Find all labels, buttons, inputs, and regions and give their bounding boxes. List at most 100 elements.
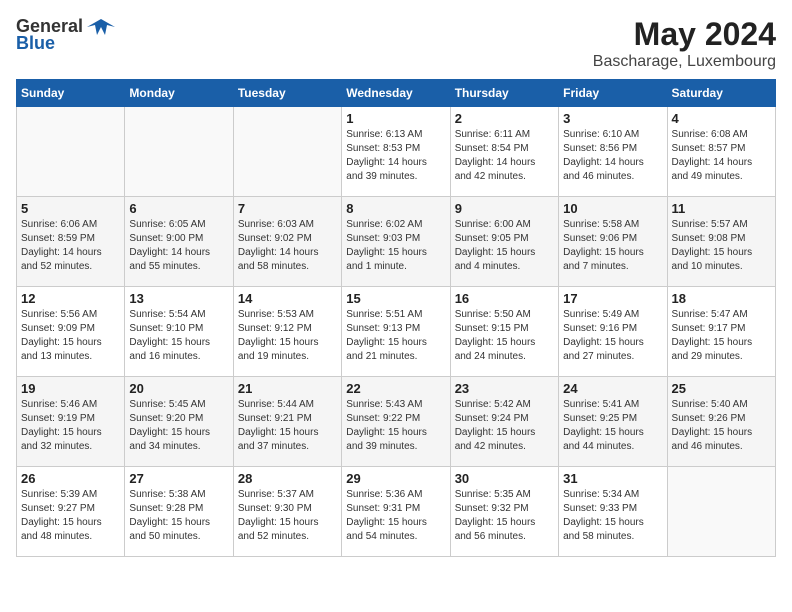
day-info: Sunrise: 5:46 AM Sunset: 9:19 PM Dayligh… (21, 398, 120, 454)
day-number: 7 (238, 201, 337, 216)
day-number: 26 (21, 471, 120, 486)
calendar-cell: 27 Sunrise: 5:38 AM Sunset: 9:28 PM Dayli… (125, 467, 233, 557)
calendar-cell: 30 Sunrise: 5:35 AM Sunset: 9:32 PM Dayli… (450, 467, 558, 557)
calendar-cell: 1 Sunrise: 6:13 AM Sunset: 8:53 PM Daylig… (342, 107, 450, 197)
calendar-cell: 10 Sunrise: 5:58 AM Sunset: 9:06 PM Dayli… (559, 197, 667, 287)
calendar-cell: 21 Sunrise: 5:44 AM Sunset: 9:21 PM Dayli… (233, 377, 341, 467)
day-info: Sunrise: 6:11 AM Sunset: 8:54 PM Dayligh… (455, 128, 554, 184)
calendar-cell: 25Sunrise: 5:40 AM Sunset: 9:26 PM Dayli… (667, 377, 775, 467)
calendar-cell: 6 Sunrise: 6:05 AM Sunset: 9:00 PM Daylig… (125, 197, 233, 287)
day-number: 6 (129, 201, 228, 216)
day-info: Sunrise: 5:44 AM Sunset: 9:21 PM Dayligh… (238, 398, 337, 454)
header-day-wednesday: Wednesday (342, 80, 450, 107)
calendar-cell: 16 Sunrise: 5:50 AM Sunset: 9:15 PM Dayli… (450, 287, 558, 377)
day-info: Sunrise: 5:56 AM Sunset: 9:09 PM Dayligh… (21, 308, 120, 364)
calendar-cell (125, 107, 233, 197)
location-subtitle: Bascharage, Luxembourg (593, 53, 776, 71)
day-number: 9 (455, 201, 554, 216)
header-day-sunday: Sunday (17, 80, 125, 107)
logo: General Blue (16, 16, 115, 54)
logo-blue-text: Blue (16, 33, 55, 54)
calendar-cell: 29 Sunrise: 5:36 AM Sunset: 9:31 PM Dayli… (342, 467, 450, 557)
calendar-cell: 3Sunrise: 6:10 AM Sunset: 8:56 PM Daylig… (559, 107, 667, 197)
day-number: 16 (455, 291, 554, 306)
day-info: Sunrise: 5:53 AM Sunset: 9:12 PM Dayligh… (238, 308, 337, 364)
header-day-tuesday: Tuesday (233, 80, 341, 107)
day-info: Sunrise: 5:58 AM Sunset: 9:06 PM Dayligh… (563, 218, 662, 274)
day-info: Sunrise: 5:41 AM Sunset: 9:25 PM Dayligh… (563, 398, 662, 454)
day-number: 21 (238, 381, 337, 396)
calendar-cell: 12 Sunrise: 5:56 AM Sunset: 9:09 PM Dayli… (17, 287, 125, 377)
calendar-cell: 26 Sunrise: 5:39 AM Sunset: 9:27 PM Dayli… (17, 467, 125, 557)
day-info: Sunrise: 5:38 AM Sunset: 9:28 PM Dayligh… (129, 488, 228, 544)
calendar-cell: 17 Sunrise: 5:49 AM Sunset: 9:16 PM Dayli… (559, 287, 667, 377)
day-number: 17 (563, 291, 662, 306)
calendar-cell: 4 Sunrise: 6:08 AM Sunset: 8:57 PM Daylig… (667, 107, 775, 197)
day-info: Sunrise: 5:37 AM Sunset: 9:30 PM Dayligh… (238, 488, 337, 544)
week-row-4: 19 Sunrise: 5:46 AM Sunset: 9:19 PM Dayli… (17, 377, 776, 467)
day-info: Sunrise: 6:03 AM Sunset: 9:02 PM Dayligh… (238, 218, 337, 274)
calendar-cell: 13Sunrise: 5:54 AM Sunset: 9:10 PM Dayli… (125, 287, 233, 377)
day-number: 31 (563, 471, 662, 486)
calendar-cell: 14 Sunrise: 5:53 AM Sunset: 9:12 PM Dayli… (233, 287, 341, 377)
calendar-cell: 31 Sunrise: 5:34 AM Sunset: 9:33 PM Dayli… (559, 467, 667, 557)
calendar-cell: 11 Sunrise: 5:57 AM Sunset: 9:08 PM Dayli… (667, 197, 775, 287)
calendar-table: SundayMondayTuesdayWednesdayThursdayFrid… (16, 79, 776, 557)
day-info: Sunrise: 5:50 AM Sunset: 9:15 PM Dayligh… (455, 308, 554, 364)
day-info: Sunrise: 5:54 AM Sunset: 9:10 PM Dayligh… (129, 308, 228, 364)
day-info: Sunrise: 5:36 AM Sunset: 9:31 PM Dayligh… (346, 488, 445, 544)
calendar-cell: 28Sunrise: 5:37 AM Sunset: 9:30 PM Dayli… (233, 467, 341, 557)
calendar-cell: 15 Sunrise: 5:51 AM Sunset: 9:13 PM Dayli… (342, 287, 450, 377)
day-info: Sunrise: 6:05 AM Sunset: 9:00 PM Dayligh… (129, 218, 228, 274)
day-number: 18 (672, 291, 771, 306)
header-day-thursday: Thursday (450, 80, 558, 107)
day-info: Sunrise: 5:47 AM Sunset: 9:17 PM Dayligh… (672, 308, 771, 364)
day-info: Sunrise: 6:02 AM Sunset: 9:03 PM Dayligh… (346, 218, 445, 274)
day-number: 30 (455, 471, 554, 486)
day-info: Sunrise: 6:06 AM Sunset: 8:59 PM Dayligh… (21, 218, 120, 274)
day-number: 3 (563, 111, 662, 126)
day-info: Sunrise: 5:39 AM Sunset: 9:27 PM Dayligh… (21, 488, 120, 544)
day-info: Sunrise: 5:34 AM Sunset: 9:33 PM Dayligh… (563, 488, 662, 544)
calendar-body: 1 Sunrise: 6:13 AM Sunset: 8:53 PM Daylig… (17, 107, 776, 557)
day-info: Sunrise: 5:57 AM Sunset: 9:08 PM Dayligh… (672, 218, 771, 274)
header-day-friday: Friday (559, 80, 667, 107)
calendar-cell: 22 Sunrise: 5:43 AM Sunset: 9:22 PM Dayli… (342, 377, 450, 467)
day-number: 14 (238, 291, 337, 306)
header-day-saturday: Saturday (667, 80, 775, 107)
header-day-monday: Monday (125, 80, 233, 107)
calendar-cell: 7 Sunrise: 6:03 AM Sunset: 9:02 PM Daylig… (233, 197, 341, 287)
month-year-title: May 2024 (593, 16, 776, 53)
day-number: 27 (129, 471, 228, 486)
week-row-5: 26 Sunrise: 5:39 AM Sunset: 9:27 PM Dayli… (17, 467, 776, 557)
day-number: 24 (563, 381, 662, 396)
day-info: Sunrise: 5:51 AM Sunset: 9:13 PM Dayligh… (346, 308, 445, 364)
day-info: Sunrise: 5:43 AM Sunset: 9:22 PM Dayligh… (346, 398, 445, 454)
day-info: Sunrise: 6:13 AM Sunset: 8:53 PM Dayligh… (346, 128, 445, 184)
day-info: Sunrise: 6:08 AM Sunset: 8:57 PM Dayligh… (672, 128, 771, 184)
day-number: 10 (563, 201, 662, 216)
day-info: Sunrise: 5:35 AM Sunset: 9:32 PM Dayligh… (455, 488, 554, 544)
calendar-cell: 8Sunrise: 6:02 AM Sunset: 9:03 PM Daylig… (342, 197, 450, 287)
day-number: 29 (346, 471, 445, 486)
calendar-cell: 24 Sunrise: 5:41 AM Sunset: 9:25 PM Dayli… (559, 377, 667, 467)
day-number: 22 (346, 381, 445, 396)
week-row-2: 5 Sunrise: 6:06 AM Sunset: 8:59 PM Daylig… (17, 197, 776, 287)
calendar-cell (233, 107, 341, 197)
title-block: May 2024 Bascharage, Luxembourg (593, 16, 776, 71)
day-number: 15 (346, 291, 445, 306)
calendar-cell: 18 Sunrise: 5:47 AM Sunset: 9:17 PM Dayli… (667, 287, 775, 377)
day-number: 12 (21, 291, 120, 306)
day-number: 20 (129, 381, 228, 396)
day-number: 5 (21, 201, 120, 216)
day-number: 1 (346, 111, 445, 126)
day-info: Sunrise: 5:49 AM Sunset: 9:16 PM Dayligh… (563, 308, 662, 364)
day-info: Sunrise: 6:00 AM Sunset: 9:05 PM Dayligh… (455, 218, 554, 274)
day-info: Sunrise: 5:40 AM Sunset: 9:26 PM Dayligh… (672, 398, 771, 454)
day-number: 11 (672, 201, 771, 216)
calendar-cell: 20Sunrise: 5:45 AM Sunset: 9:20 PM Dayli… (125, 377, 233, 467)
logo-bird-icon (87, 17, 115, 37)
calendar-cell: 2Sunrise: 6:11 AM Sunset: 8:54 PM Daylig… (450, 107, 558, 197)
day-number: 4 (672, 111, 771, 126)
day-number: 19 (21, 381, 120, 396)
